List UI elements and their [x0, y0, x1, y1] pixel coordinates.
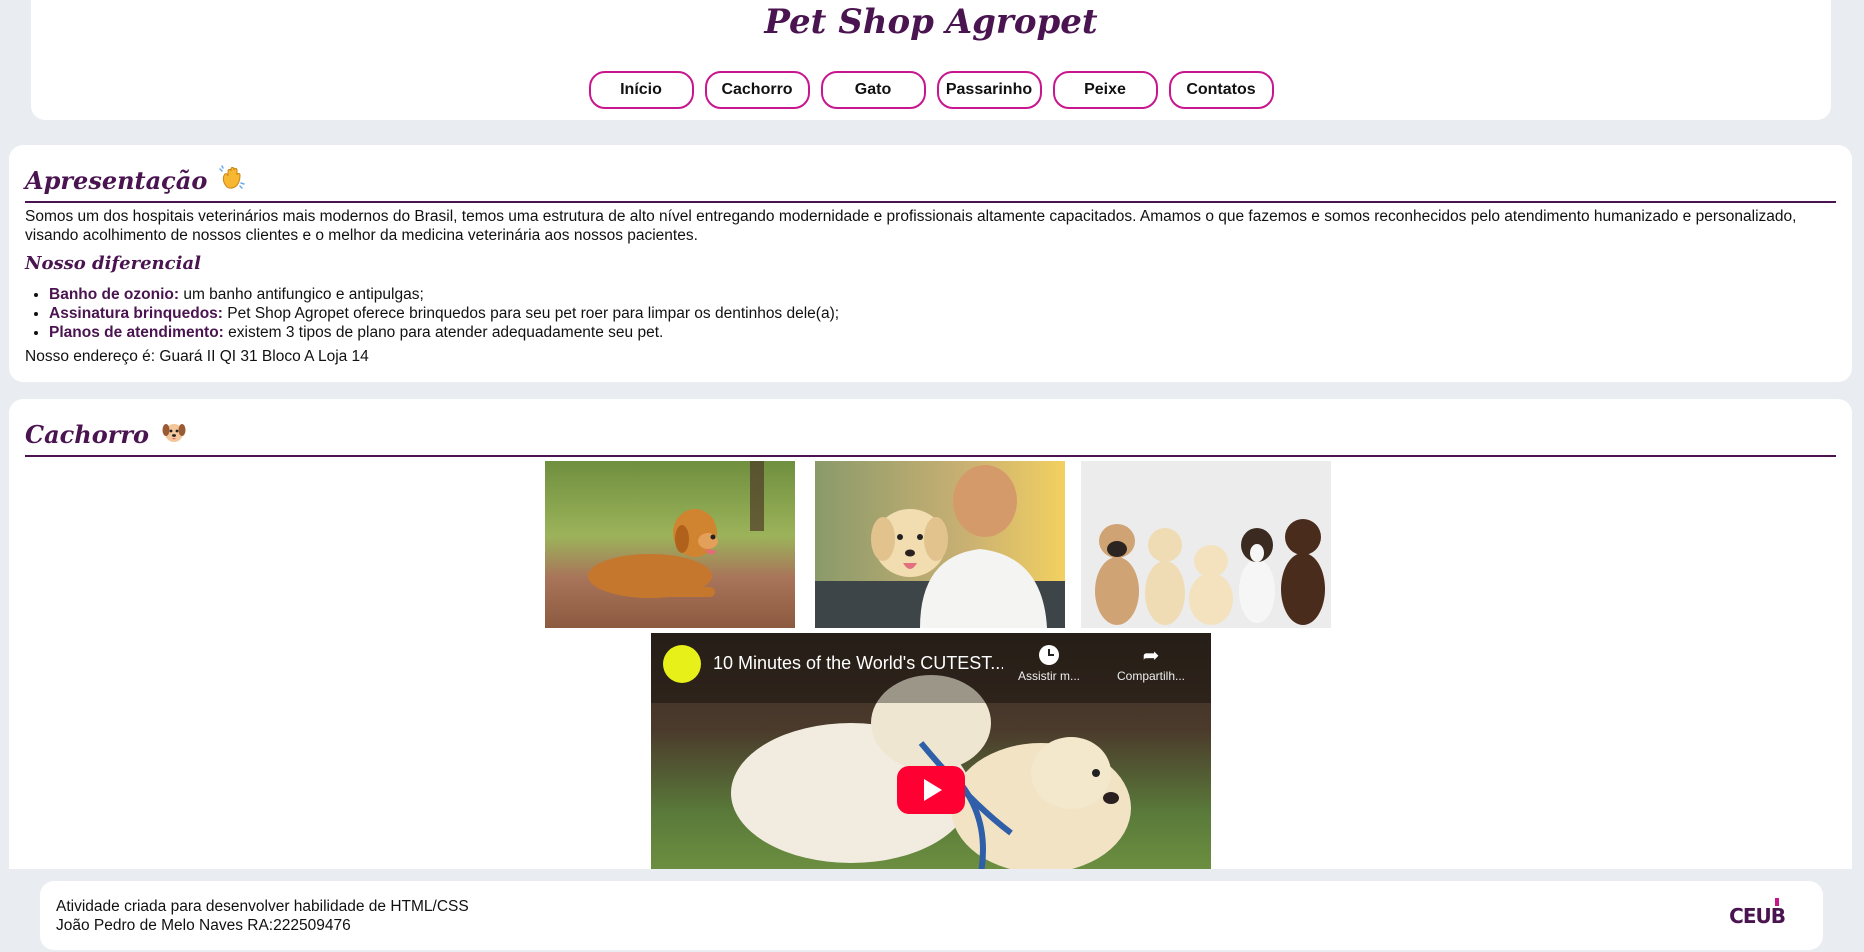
share-label: Compartilh...	[1116, 669, 1186, 683]
puppies-row-photo	[1081, 461, 1331, 628]
section-apresentacao: Apresentação Somos um dos hospitais vete…	[9, 145, 1852, 382]
feature-desc: existem 3 tipos de plano para atender ad…	[223, 324, 664, 341]
feature-term: Banho de ozonio:	[49, 286, 180, 303]
share-button[interactable]: ➦ Compartilh...	[1106, 645, 1196, 683]
list-item: Planos de atendimento: existem 3 tipos d…	[49, 323, 839, 342]
section-cachorro: Cachorro 10 Minutes of the World's CUTES…	[9, 399, 1852, 869]
site-title: Pet Shop Agropet	[764, 2, 1098, 42]
dog-face-icon	[161, 419, 187, 450]
puppy-hug-photo	[815, 461, 1065, 628]
about-paragraph: Somos um dos hospitais veterinários mais…	[25, 208, 1797, 244]
play-button[interactable]	[897, 766, 965, 814]
youtube-video-embed[interactable]: 10 Minutes of the World's CUTEST... Assi…	[651, 633, 1211, 869]
share-icon: ➦	[1142, 645, 1160, 667]
section-header: Apresentação	[25, 159, 1836, 203]
nav-peixe[interactable]: Peixe	[1052, 71, 1158, 109]
watch-later-button[interactable]: Assistir m...	[1009, 645, 1089, 683]
section-title: Cachorro	[25, 419, 150, 449]
nav-inicio[interactable]: Início	[588, 71, 694, 109]
address-text: Nosso endereço é: Guará II QI 31 Bloco A…	[25, 348, 369, 365]
footer-line-2: João Pedro de Melo Naves RA:222509476	[56, 917, 351, 934]
main-nav: Início Cachorro Gato Passarinho Peixe Co…	[31, 71, 1831, 109]
golden-retriever-photo	[545, 461, 795, 628]
nav-passarinho[interactable]: Passarinho	[936, 71, 1042, 109]
list-item: Assinatura brinquedos: Pet Shop Agropet …	[49, 304, 839, 323]
feature-term: Assinatura brinquedos:	[49, 305, 223, 322]
feature-term: Planos de atendimento:	[49, 324, 224, 341]
section-title: Apresentação	[25, 165, 208, 195]
footer-line-1: Atividade criada para desenvolver habili…	[56, 898, 469, 915]
nav-cachorro[interactable]: Cachorro	[704, 71, 810, 109]
watch-later-label: Assistir m...	[1018, 669, 1080, 683]
list-item: Banho de ozonio: um banho antifungico e …	[49, 285, 839, 304]
play-icon	[924, 779, 942, 801]
feature-desc: Pet Shop Agropet oferece brinquedos para…	[222, 305, 840, 322]
subsection-title: Nosso diferencial	[25, 253, 201, 274]
section-header: Cachorro	[25, 413, 1836, 457]
clock-icon	[1039, 645, 1059, 665]
site-header: Pet Shop Agropet Início Cachorro Gato Pa…	[31, 0, 1831, 120]
nav-contatos[interactable]: Contatos	[1168, 71, 1274, 109]
video-title[interactable]: 10 Minutes of the World's CUTEST...	[713, 653, 1003, 674]
nav-gato[interactable]: Gato	[820, 71, 926, 109]
footer-text: Atividade criada para desenvolver habili…	[56, 897, 469, 935]
feature-desc: um banho antifungico e antipulgas;	[179, 286, 424, 303]
features-list: Banho de ozonio: um banho antifungico e …	[25, 285, 839, 342]
channel-avatar[interactable]	[663, 645, 701, 683]
site-footer: Atividade criada para desenvolver habili…	[40, 881, 1823, 950]
waving-hand-icon	[219, 164, 246, 196]
ceub-logo: CEUB	[1729, 898, 1786, 928]
